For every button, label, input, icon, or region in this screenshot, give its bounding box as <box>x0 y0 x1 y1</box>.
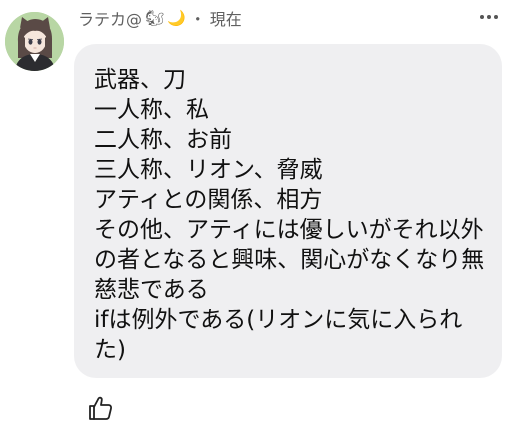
more-dot <box>487 15 491 19</box>
thumbs-up-glyph <box>89 396 113 420</box>
message-text: 武器、刀 一人称、私 二人称、お前 三人称、リオン、脅威 アティとの関係、相方 … <box>94 67 485 363</box>
thumbs-up-icon[interactable] <box>86 394 114 422</box>
post-meta: ラテカ@ 🐿 🌙 ・ 現在 <box>78 6 242 30</box>
more-dot <box>480 15 484 19</box>
comment-post: ラテカ@ 🐿 🌙 ・ 現在 武器、刀 一人称、私 二人称、お前 三人称、リオン、… <box>0 0 512 430</box>
meta-separator: ・ <box>189 10 206 29</box>
author-name[interactable]: ラテカ@ <box>78 6 142 30</box>
crescent-moon-icon: 🌙 <box>167 8 186 27</box>
more-dot <box>494 15 498 19</box>
avatar-illustration <box>5 12 64 71</box>
timestamp: 現在 <box>209 10 242 29</box>
message-bubble: 武器、刀 一人称、私 二人称、お前 三人称、リオン、脅威 アティとの関係、相方 … <box>74 44 502 378</box>
more-options-icon[interactable] <box>480 14 498 20</box>
avatar[interactable] <box>5 12 64 71</box>
squirrel-icon: 🐿 <box>145 8 165 27</box>
